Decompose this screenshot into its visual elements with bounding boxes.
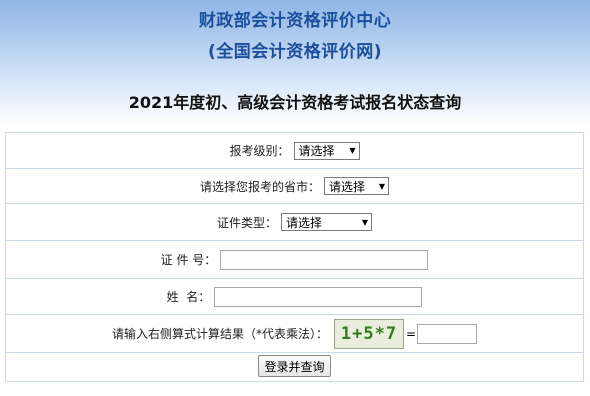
org-site-name: (全国会计资格评价网) [207,42,383,62]
captcha-label: 请输入右侧算式计算结果（*代表乘法）： [111,327,328,341]
submit-button[interactable]: 登录并查询 [258,355,331,377]
cert-no-row: 证 件 号： [6,241,583,279]
query-form: 报考级别： 请选择 ▼ 请选择您报考的省市： 请选择 ▼ 证件类型： 请选择 ▼… [5,132,584,382]
level-select-value: 请选择 [298,144,335,158]
captcha-image[interactable]: 1+5*7 [333,318,404,349]
equals-sign: = [405,326,417,341]
org-name: 财政部会计资格评价中心 [198,11,392,31]
page-title: 2021年度初、高级会计资格考试报名状态查询 [128,93,462,112]
chevron-down-icon: ▼ [378,181,385,191]
level-label: 报考级别： [229,144,290,158]
cert-type-label: 证件类型： [216,215,277,230]
submit-row: 登录并查询 [6,353,583,381]
province-select[interactable]: 请选择 ▼ [324,177,389,195]
cert-type-row: 证件类型： 请选择 ▼ [6,204,583,241]
captcha-answer-input[interactable] [417,323,478,344]
captcha-row: 请输入右侧算式计算结果（*代表乘法）： 1+5*7 = [6,315,583,353]
level-select[interactable]: 请选择 ▼ [293,141,360,160]
chevron-down-icon: ▼ [349,146,356,155]
level-row: 报考级别： 请选择 ▼ [6,133,583,169]
cert-type-select[interactable]: 请选择 ▼ [281,213,372,231]
cert-type-select-value: 请选择 [286,215,323,230]
cert-no-label: 证 件 号： [160,253,217,267]
province-row: 请选择您报考的省市： 请选择 ▼ [6,169,583,204]
province-label: 请选择您报考的省市： [199,179,320,194]
province-select-value: 请选择 [329,179,366,194]
cert-no-input[interactable] [220,249,429,270]
chevron-down-icon: ▼ [361,217,368,227]
name-row: 姓 名： [6,279,583,315]
name-input[interactable] [214,286,423,307]
name-label: 姓 名： [166,290,211,304]
